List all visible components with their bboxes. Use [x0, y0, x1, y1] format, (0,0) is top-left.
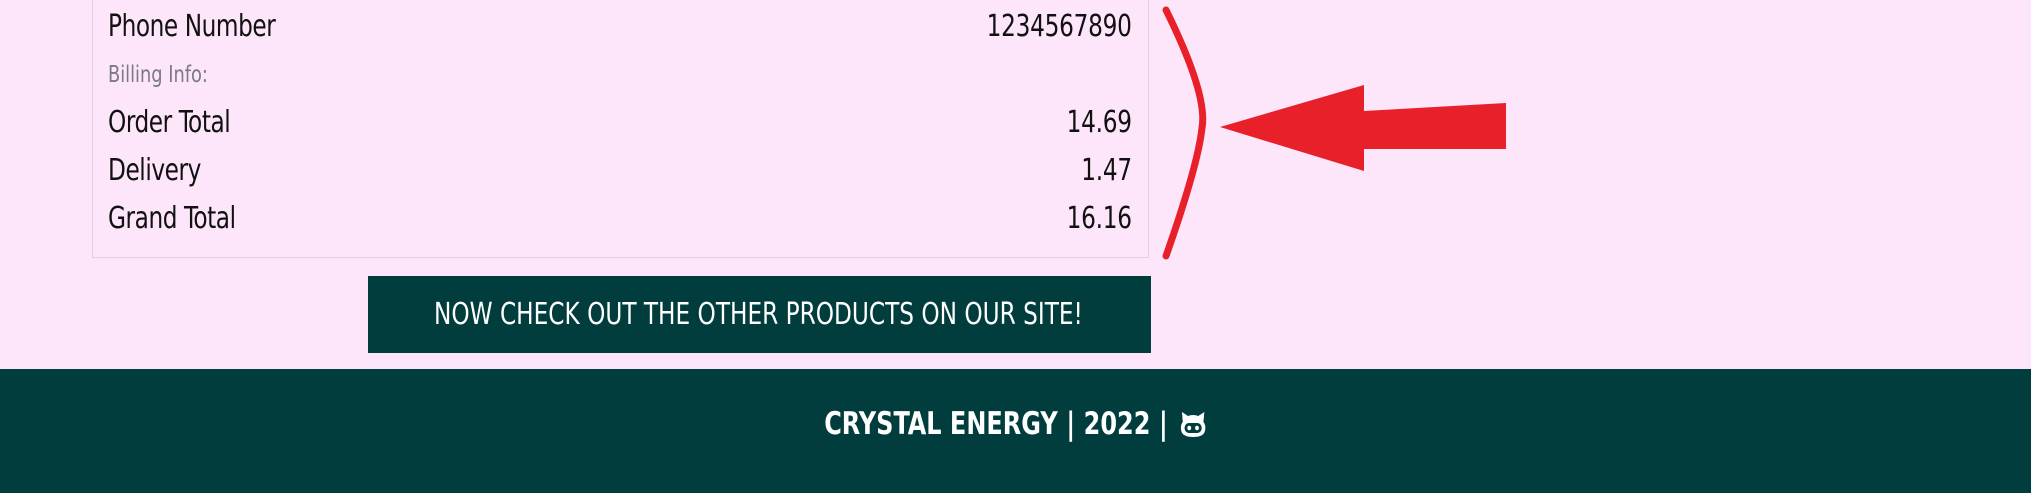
annotation-arrow-icon	[1162, 6, 1506, 260]
grand-total-value: 16.16	[1066, 200, 1132, 236]
order-total-label: Order Total	[108, 104, 231, 140]
grand-total-label: Grand Total	[108, 200, 236, 236]
phone-label: Phone Number	[108, 8, 276, 44]
cta-label: NOW CHECK OUT THE OTHER PRODUCTS ON OUR …	[434, 297, 1083, 332]
phone-value: 1234567890	[986, 8, 1132, 44]
phone-row: Phone Number 1234567890	[108, 8, 1132, 44]
footer-brand: CRYSTAL ENERGY	[823, 406, 1058, 442]
check-out-products-button[interactable]: NOW CHECK OUT THE OTHER PRODUCTS ON OUR …	[368, 276, 1151, 353]
delivery-value: 1.47	[1081, 152, 1132, 188]
footer-content: CRYSTAL ENERGY | 2022 |	[824, 406, 1207, 442]
page: Phone Number 1234567890 Billing Info: Or…	[0, 0, 2031, 493]
delivery-row: Delivery 1.47	[108, 152, 1132, 188]
footer-separator-2: |	[1158, 406, 1168, 442]
grand-total-row: Grand Total 16.16	[108, 200, 1132, 236]
footer-year: 2022	[1083, 406, 1151, 442]
github-icon[interactable]	[1178, 409, 1207, 439]
order-total-value: 14.69	[1066, 104, 1132, 140]
billing-info-heading: Billing Info:	[108, 62, 208, 88]
footer: CRYSTAL ENERGY | 2022 |	[0, 369, 2031, 493]
order-total-row: Order Total 14.69	[108, 104, 1132, 140]
footer-separator: |	[1066, 406, 1075, 442]
delivery-label: Delivery	[108, 152, 201, 188]
